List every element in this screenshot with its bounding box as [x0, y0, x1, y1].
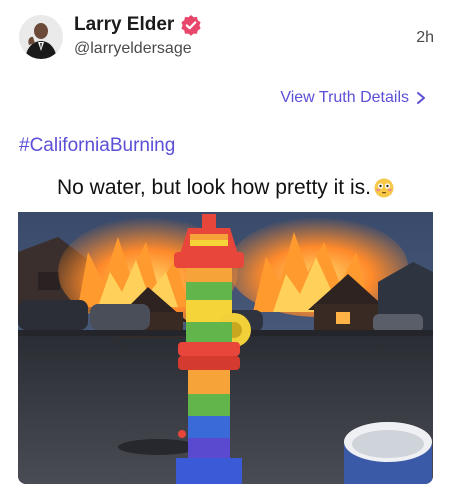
author-avatar[interactable]: [19, 15, 63, 59]
view-truth-details-link[interactable]: View Truth Details: [280, 89, 427, 107]
author-name-row: Larry Elder: [74, 14, 202, 36]
verified-badge-icon: [180, 14, 202, 36]
avatar-photo: [19, 15, 63, 59]
chevron-right-icon: [417, 92, 425, 104]
rainbow-hydrant-photo: [18, 212, 433, 484]
view-truth-details-label: View Truth Details: [280, 89, 409, 106]
media-caption-text: No water, but look how pretty it is.: [57, 176, 371, 199]
author-handle[interactable]: @larryeldersage: [74, 40, 192, 58]
hashtag-link[interactable]: #CaliforniaBurning: [19, 135, 175, 157]
post-timestamp: 2h: [416, 29, 434, 46]
media-caption-bar: No water, but look how pretty it is.: [18, 166, 433, 210]
author-name[interactable]: Larry Elder: [74, 14, 174, 36]
post-media[interactable]: No water, but look how pretty it is.: [18, 166, 433, 484]
flushed-face-emoji-icon: [374, 178, 394, 198]
